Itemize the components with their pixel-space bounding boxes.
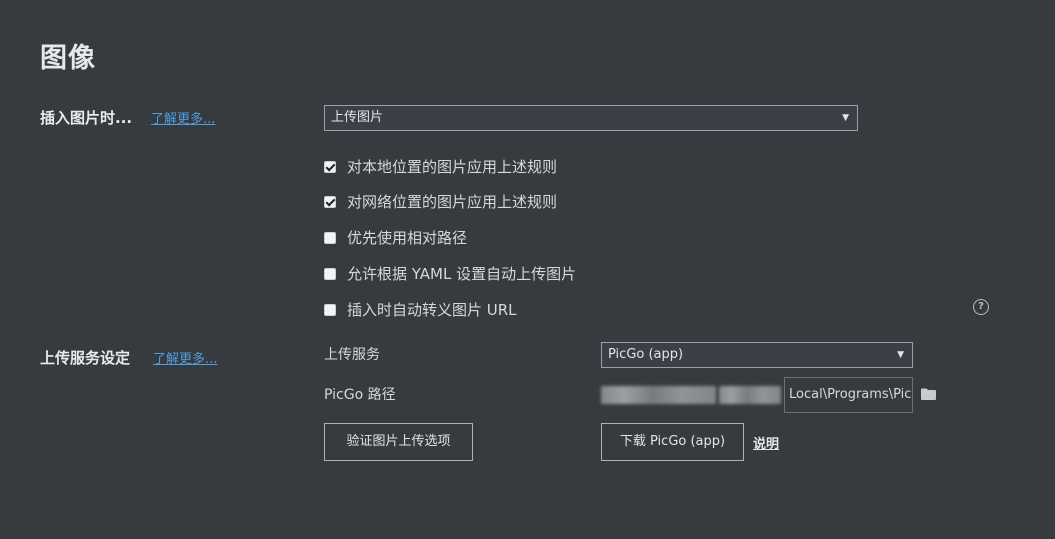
redacted-path-segment [719,386,781,404]
insert-image-label: 插入图片时... [40,109,133,127]
insert-image-learn-more-link[interactable]: 了解更多... [151,108,215,127]
checkbox-unchecked-icon[interactable] [324,267,336,280]
picgo-path-label: PicGo 路径 [324,387,396,403]
help-icon[interactable]: ? [973,299,989,315]
checkbox-checked-icon[interactable] [324,195,336,208]
picgo-path-input[interactable]: Local\Programs\Pic [784,377,913,413]
upload-service-field-label: 上传服务 [324,347,380,363]
upload-service-select[interactable]: PicGo (app) ▼ [601,342,913,368]
option-apply-network-images[interactable]: 对网络位置的图片应用上述规则 [324,191,557,212]
option-label: 插入时自动转义图片 URL [347,301,517,319]
instructions-link[interactable]: 说明 [753,433,779,452]
option-escape-image-url[interactable]: 插入时自动转义图片 URL [324,299,517,320]
upload-service-value: PicGo (app) [608,347,684,362]
insert-image-action-select[interactable]: 上传图片 ▼ [324,105,858,131]
upload-service-learn-more-link[interactable]: 了解更多... [153,348,217,367]
insert-image-action-value: 上传图片 [331,110,384,125]
picgo-path-field[interactable]: Local\Programs\Pic [601,377,913,413]
picgo-path-value: Local\Programs\Pic [789,387,912,402]
option-label: 对本地位置的图片应用上述规则 [347,158,558,176]
checkbox-unchecked-icon[interactable] [324,231,336,244]
option-prefer-relative-path[interactable]: 优先使用相对路径 [324,227,467,248]
option-label: 对网络位置的图片应用上述规则 [347,193,558,211]
page-title: 图像 [40,43,96,74]
verify-upload-button[interactable]: 验证图片上传选项 [324,423,473,461]
dropdown-arrow-icon: ▼ [842,113,849,123]
option-yaml-auto-upload[interactable]: 允许根据 YAML 设置自动上传图片 [324,263,576,284]
checkbox-checked-icon[interactable] [324,160,336,173]
checkbox-unchecked-icon[interactable] [324,303,336,316]
option-apply-local-images[interactable]: 对本地位置的图片应用上述规则 [324,156,557,177]
dropdown-arrow-icon: ▼ [897,350,904,360]
download-picgo-button[interactable]: 下载 PicGo (app) [601,423,744,461]
upload-service-label: 上传服务设定 [40,349,131,367]
option-label: 允许根据 YAML 设置自动上传图片 [347,265,577,283]
redacted-path-segment [601,386,716,404]
option-label: 优先使用相对路径 [347,229,468,247]
folder-icon[interactable] [921,388,936,404]
